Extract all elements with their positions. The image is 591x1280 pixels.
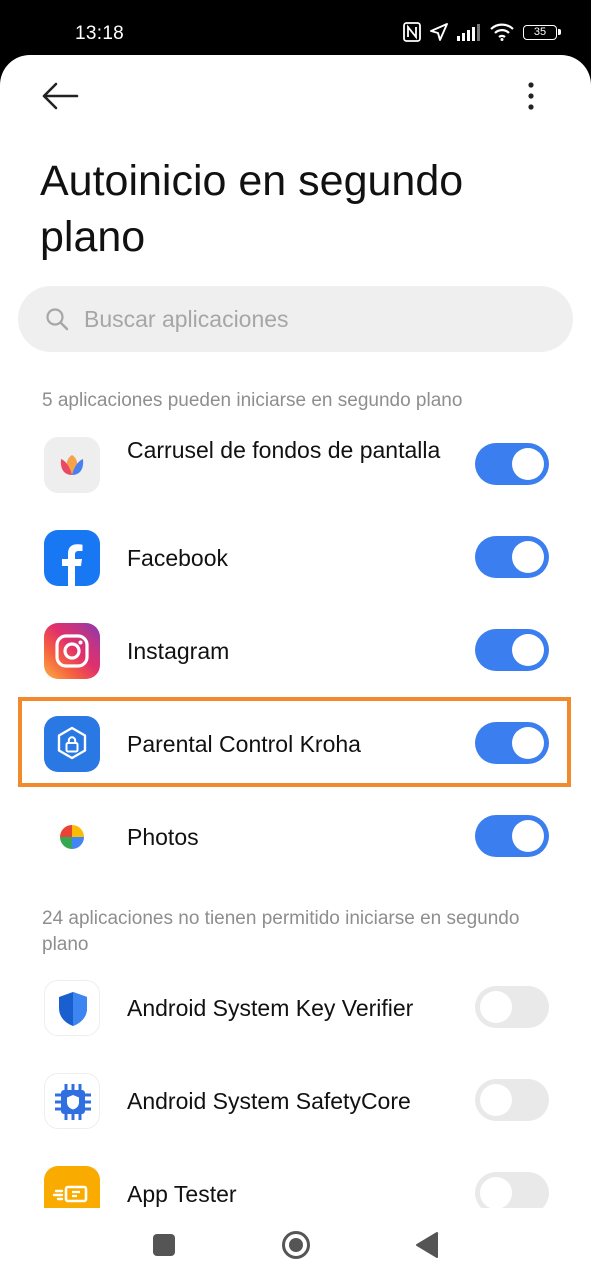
highlight-box [18,697,571,787]
toggle-knob [480,1084,512,1116]
autostart-toggle[interactable] [475,443,549,485]
toggle-knob [512,541,544,573]
status-time: 13:18 [75,23,125,44]
autostart-toggle[interactable] [475,1079,549,1121]
app-name: Android System Key Verifier [127,995,414,1021]
toggle-knob [480,1177,512,1209]
app-name: App Tester [127,1181,237,1207]
search-bar[interactable] [18,286,573,352]
app-row-photos[interactable]: Photos [0,791,591,883]
toggle-knob [512,820,544,852]
status-icons: 35 [403,22,561,42]
instagram-app-icon [44,623,100,679]
autostart-toggle[interactable] [475,629,549,671]
key-verifier-app-icon [44,980,100,1036]
photos-app-icon [44,809,100,865]
app-row-carrusel[interactable]: Carrusel de fondos de pantalla [0,419,591,511]
nfc-icon [403,22,421,42]
allowed-section-header: 5 aplicaciones pueden iniciarse en segun… [42,390,463,411]
carrusel-app-icon [44,437,100,493]
navigation-bar [0,1208,591,1280]
home-circle-icon [282,1231,310,1259]
battery-icon: 35 [523,24,561,40]
wifi-icon [490,23,514,41]
search-icon [46,308,69,331]
more-options-button[interactable] [518,79,544,115]
toggle-knob [480,991,512,1023]
app-name: Carrusel de fondos de pantalla [127,437,441,463]
app-row-facebook[interactable]: Facebook [0,512,591,604]
battery-level: 35 [533,25,547,38]
back-button[interactable] [40,81,80,111]
page-title: Autoinicio en segundo plano [40,157,464,261]
nav-back-button[interactable] [414,1230,440,1260]
autostart-toggle[interactable] [475,536,549,578]
app-row-key-verifier[interactable]: Android System Key Verifier [0,962,591,1054]
toggle-knob [512,448,544,480]
app-name: Photos [127,824,199,850]
search-input[interactable] [84,286,554,352]
autostart-toggle[interactable] [475,986,549,1028]
arrow-left-icon [42,82,79,110]
app-row-instagram[interactable]: Instagram [0,605,591,697]
status-bar: 13:18 35 [0,0,591,60]
home-button[interactable] [281,1230,311,1260]
app-name: Instagram [127,638,230,664]
signal-icon [457,24,480,41]
more-vertical-icon [528,82,534,110]
settings-page: Autoinicio en segundo plano 5 aplicacion… [0,55,591,1280]
blocked-section-header: 24 aplicaciones no tienen permitido inic… [42,908,520,955]
safetycore-app-icon [44,1073,100,1129]
location-icon [430,23,448,41]
facebook-app-icon [44,530,100,586]
triangle-back-icon [416,1232,438,1258]
autostart-toggle[interactable] [475,815,549,857]
toggle-knob [512,634,544,666]
app-row-safetycore[interactable]: Android System SafetyCore [0,1055,591,1147]
app-name: Android System SafetyCore [127,1088,411,1114]
recents-button[interactable] [153,1234,175,1256]
app-name: Facebook [127,545,229,571]
